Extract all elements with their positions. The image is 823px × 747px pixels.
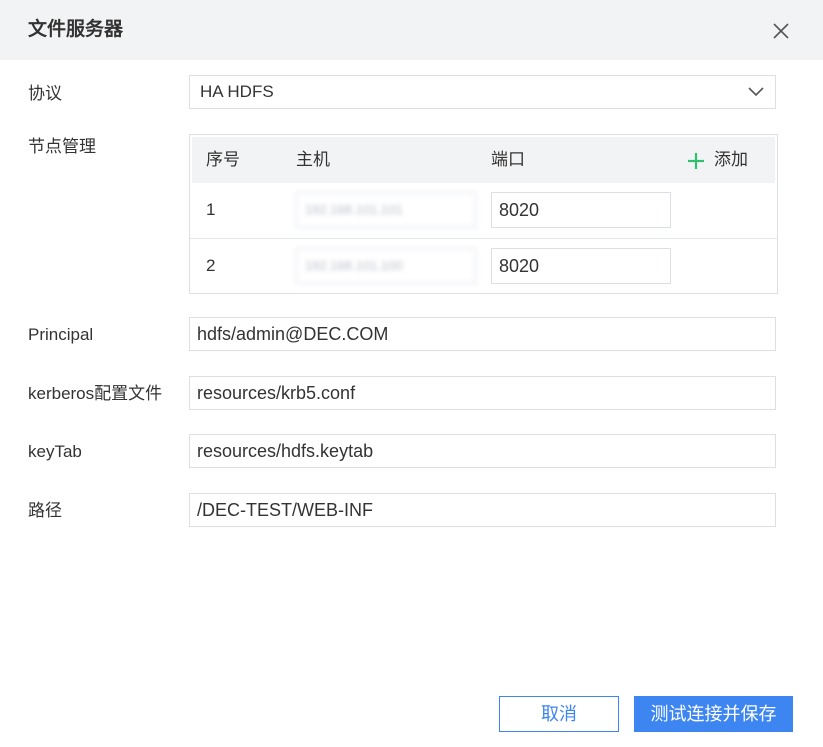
node-row: 1 192.168.101.101 8020 [190, 183, 777, 238]
protocol-select[interactable]: HA HDFS [189, 75, 776, 109]
cancel-button[interactable]: 取消 [499, 696, 619, 732]
path-input[interactable]: /DEC-TEST/WEB-INF [189, 493, 776, 527]
principal-input[interactable]: hdfs/admin@DEC.COM [189, 317, 776, 351]
test-and-save-button[interactable]: 测试连接并保存 [634, 696, 793, 732]
nodes-label: 节点管理 [28, 137, 96, 156]
protocol-value: HA HDFS [200, 82, 274, 101]
protocol-label: 协议 [28, 84, 62, 103]
node-table: 序号 主机 端口 添加 1 192.168.101.101 8020 2 192… [189, 134, 778, 294]
node-index: 1 [206, 200, 216, 219]
column-header-host: 主机 [296, 150, 330, 169]
node-index: 2 [206, 256, 216, 275]
node-row: 2 192.168.101.100 8020 [190, 239, 777, 294]
path-label: 路径 [28, 501, 62, 520]
keytab-input[interactable]: resources/hdfs.keytab [189, 434, 776, 468]
node-table-header: 序号 主机 端口 添加 [192, 137, 775, 183]
port-input[interactable]: 8020 [491, 192, 671, 228]
keytab-label: keyTab [28, 442, 82, 461]
kerberos-input[interactable]: resources/krb5.conf [189, 376, 776, 410]
close-button[interactable] [770, 20, 792, 42]
host-input[interactable]: 192.168.101.100 [296, 248, 476, 284]
add-node-label: 添加 [714, 150, 748, 169]
dialog-title: 文件服务器 [28, 19, 124, 40]
column-header-port: 端口 [491, 150, 525, 169]
dialog-header: 文件服务器 [0, 0, 823, 60]
host-input[interactable]: 192.168.101.101 [296, 192, 476, 228]
chevron-down-icon [748, 87, 764, 97]
close-icon [773, 23, 789, 39]
port-input[interactable]: 8020 [491, 248, 671, 284]
plus-icon [688, 153, 704, 169]
principal-label: Principal [28, 325, 94, 344]
kerberos-label: kerberos配置文件 [28, 384, 163, 403]
column-header-index: 序号 [206, 150, 240, 169]
